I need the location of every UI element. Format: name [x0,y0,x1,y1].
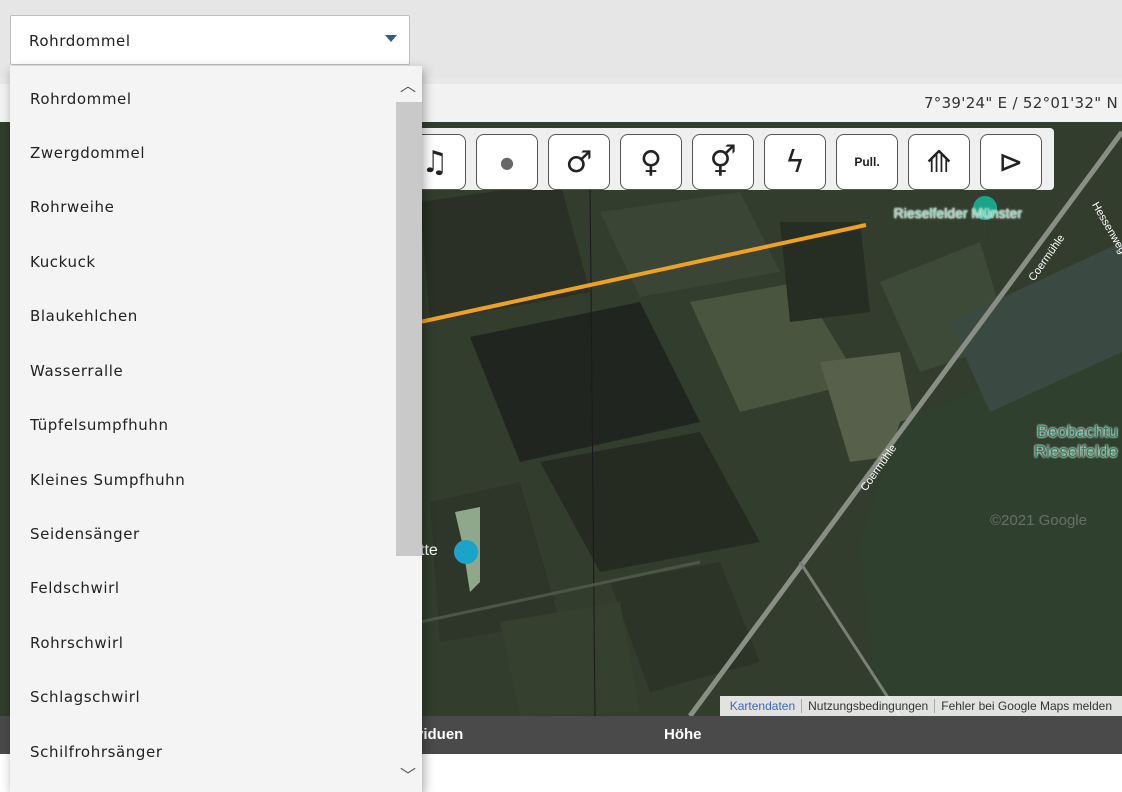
list-item[interactable]: Rohrdommel [30,90,132,108]
lightning-icon[interactable]: ϟ [764,134,826,190]
list-item[interactable]: Seidensänger [30,525,140,543]
list-item[interactable]: Blaukehlchen [30,307,138,325]
bird-icon[interactable]: ⊳ [980,134,1042,190]
coordinate-readout: 7°39'24" E / 52°01'32" N [923,94,1118,112]
species-select[interactable]: Rohrdommel [10,15,410,65]
list-item[interactable]: Rohrweihe [30,198,114,216]
dropdown-scrollbar[interactable]: ︿ ﹀ [394,66,422,792]
list-item[interactable]: Wasserralle [30,362,123,380]
chevron-down-icon[interactable]: ﹀ [398,766,418,786]
chevron-up-icon[interactable]: ︿ [398,76,418,96]
female-icon[interactable]: ♀ [620,134,682,190]
column-header-individuals[interactable]: viduen [415,726,463,743]
map-label-rieselfelder: Rieselfelder Münster [893,205,1022,221]
column-header-height[interactable]: Höhe [664,726,702,743]
map-label-beobachtung: Beobachtu Rieselfelde [1033,422,1118,461]
map-label-hide: tte [420,542,438,559]
symbol-toolbar: ♫ ● ♂ ♀ ⚥ ϟ Pull. ⟰ ⊳ [404,128,1054,190]
map-data-link[interactable]: Kartendaten [724,699,801,713]
list-item[interactable]: Feldschwirl [30,579,120,597]
list-item[interactable]: Schilfrohrsänger [30,743,163,761]
pull-button[interactable]: Pull. [836,134,898,190]
list-item[interactable]: Kleines Sumpfhuhn [30,471,185,489]
list-item[interactable]: Rohrschwirl [30,634,124,652]
map-watermark: ©2021 Google [990,512,1087,529]
report-error-link[interactable]: Fehler bei Google Maps melden [934,699,1118,713]
male-icon[interactable]: ♂ [548,134,610,190]
scroll-thumb[interactable] [396,102,422,556]
species-select-value: Rohrdommel [29,32,131,50]
bird-flyover-icon[interactable]: ⟰ [908,134,970,190]
list-item[interactable]: Schlagschwirl [30,688,140,706]
list-item[interactable]: Tüpfelsumpfhuhn [30,416,169,434]
map-attribution: Kartendaten Nutzungsbedingungen Fehler b… [719,696,1122,716]
list-item[interactable]: Zwergdommel [30,144,145,162]
circle-icon[interactable]: ● [476,134,538,190]
terms-link[interactable]: Nutzungsbedingungen [801,699,934,713]
list-item[interactable]: Kuckuck [30,253,96,271]
hermaphrodite-icon[interactable]: ⚥ [692,134,754,190]
species-dropdown-list[interactable]: Rohrdommel Zwergdommel Rohrweihe Kuckuck… [10,66,422,792]
chevron-down-icon [385,35,397,42]
